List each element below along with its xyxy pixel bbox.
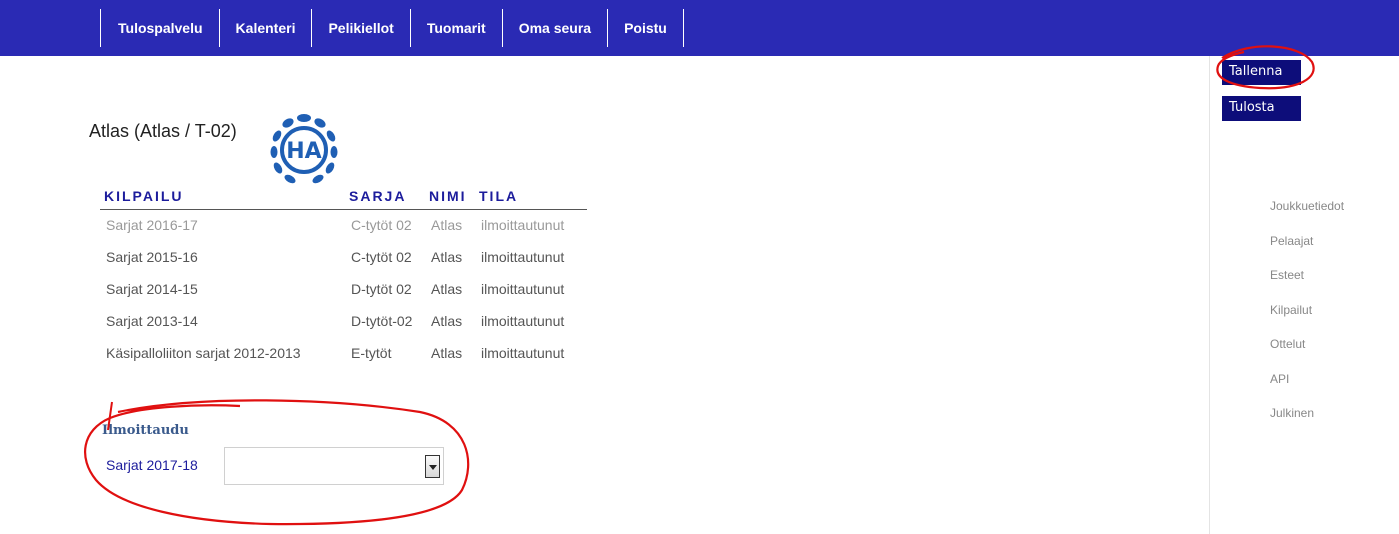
cell-kilpailu: Sarjat 2016-17	[106, 217, 198, 234]
side-link-esteet[interactable]: Esteet	[1270, 268, 1344, 303]
side-link-pelaajat[interactable]: Pelaajat	[1270, 234, 1344, 269]
nav-item-poistu[interactable]: Poistu	[607, 9, 684, 47]
register-series-label: Sarjat 2017-18	[106, 457, 198, 473]
side-link-ottelut[interactable]: Ottelut	[1270, 337, 1344, 372]
cell-sarja: C-tytöt 02	[351, 217, 412, 234]
cell-sarja: D-tytöt-02	[351, 313, 413, 329]
nav-item-tuomarit[interactable]: Tuomarit	[409, 9, 502, 47]
cell-kilpailu: Sarjat 2013-14	[106, 313, 198, 329]
header-kilpailu: KILPAILU	[100, 184, 345, 210]
side-link-julkinen[interactable]: Julkinen	[1270, 406, 1344, 441]
cell-tila: ilmoittautunut	[481, 313, 565, 329]
competitions-table: KILPAILU SARJA NIMI TILA Sarjat 2016-17 …	[100, 184, 587, 369]
chevron-down-icon[interactable]	[425, 455, 440, 478]
cell-sarja: D-tytöt 02	[351, 281, 412, 297]
nav-menu: Tulospalvelu Kalenteri Pelikiellot Tuoma…	[100, 9, 684, 56]
logo-letters: HA	[286, 139, 321, 164]
table-row: Sarjat 2016-17 C-tytöt 02 Atlas ilmoitta…	[100, 209, 587, 241]
cell-tila: ilmoittautunut	[481, 281, 565, 297]
cell-tila: ilmoittautunut	[481, 249, 565, 265]
save-button[interactable]: Tallenna	[1222, 60, 1301, 85]
side-menu: Joukkuetiedot Pelaajat Esteet Kilpailut …	[1270, 199, 1344, 441]
table-header-row: KILPAILU SARJA NIMI TILA	[100, 184, 587, 210]
side-link-joukkuetiedot[interactable]: Joukkuetiedot	[1270, 199, 1344, 234]
cell-kilpailu: Käsipalloliiton sarjat 2012-2013	[106, 345, 301, 361]
cell-sarja: C-tytöt 02	[351, 249, 412, 265]
cell-tila: ilmoittautunut	[481, 217, 565, 234]
cell-nimi: Atlas	[431, 217, 463, 234]
top-navbar: Tulospalvelu Kalenteri Pelikiellot Tuoma…	[0, 0, 1399, 56]
nav-item-tulospalvelu[interactable]: Tulospalvelu	[100, 9, 219, 47]
header-sarja: SARJA	[345, 184, 425, 210]
nav-item-kalenteri[interactable]: Kalenteri	[218, 9, 312, 47]
nav-item-pelikiellot[interactable]: Pelikiellot	[311, 9, 409, 47]
cell-tila: ilmoittautunut	[481, 345, 565, 361]
cell-sarja: E-tytöt	[351, 345, 392, 361]
right-sidebar: Tallenna Tulosta Joukkuetiedot Pelaajat …	[1209, 56, 1399, 534]
header-tila: TILA	[475, 184, 587, 210]
register-series-select[interactable]	[224, 447, 444, 485]
cell-kilpailu: Sarjat 2015-16	[106, 249, 198, 265]
page-title: Atlas (Atlas / T-02)	[89, 121, 237, 141]
table-row: Käsipalloliiton sarjat 2012-2013 E-tytöt…	[100, 337, 587, 369]
header-nimi: NIMI	[425, 184, 475, 210]
nav-item-oma-seura[interactable]: Oma seura	[501, 9, 607, 47]
print-button[interactable]: Tulosta	[1222, 96, 1301, 121]
table-row: Sarjat 2015-16 C-tytöt 02 Atlas ilmoitta…	[100, 241, 587, 273]
club-logo: HA	[270, 114, 338, 184]
register-heading: Ilmoittaudu	[102, 423, 189, 438]
cell-nimi: Atlas	[431, 249, 463, 265]
cell-nimi: Atlas	[431, 281, 463, 297]
cell-kilpailu: Sarjat 2014-15	[106, 281, 198, 297]
side-link-kilpailut[interactable]: Kilpailut	[1270, 303, 1344, 338]
table-row: Sarjat 2014-15 D-tytöt 02 Atlas ilmoitta…	[100, 273, 587, 305]
cell-nimi: Atlas	[431, 313, 463, 329]
side-link-api[interactable]: API	[1270, 372, 1344, 407]
table-row: Sarjat 2013-14 D-tytöt-02 Atlas ilmoitta…	[100, 305, 587, 337]
cell-nimi: Atlas	[431, 345, 463, 361]
